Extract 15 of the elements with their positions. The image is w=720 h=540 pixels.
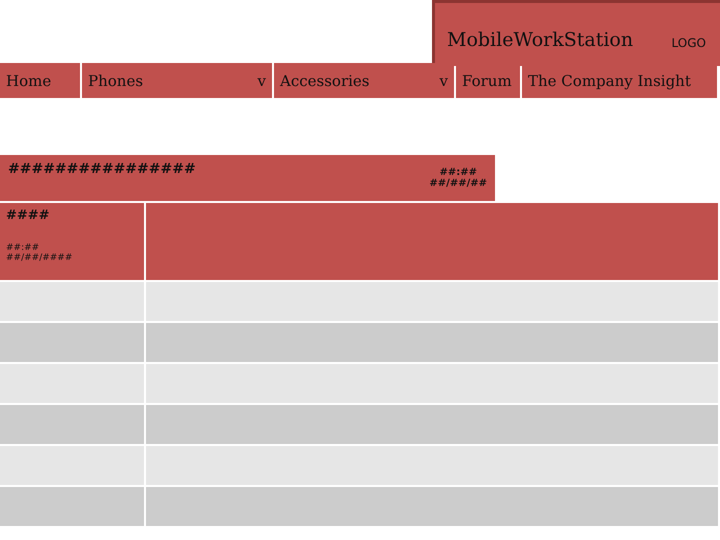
nav-item[interactable]: Accessories v xyxy=(274,63,454,98)
site-title: MobileWorkStation xyxy=(447,28,634,50)
nav-item[interactable]: Home xyxy=(0,63,80,98)
banner-title: ################ xyxy=(8,161,196,179)
feature-time: ##:## xyxy=(6,243,40,253)
feature-title: #### xyxy=(6,208,51,223)
nav-item[interactable]: The Company Insight xyxy=(522,63,717,98)
nav-item[interactable]: Phones v xyxy=(82,63,272,98)
logo: LOGO xyxy=(672,36,706,50)
nav-item[interactable]: Forum xyxy=(456,63,520,98)
banner-date: ##/##/## xyxy=(429,178,487,189)
caret-icon: v xyxy=(440,72,448,90)
caret-icon: v xyxy=(258,72,266,90)
banner-time: ##:## xyxy=(439,167,477,178)
feature-date: ##/##/#### xyxy=(6,253,74,263)
